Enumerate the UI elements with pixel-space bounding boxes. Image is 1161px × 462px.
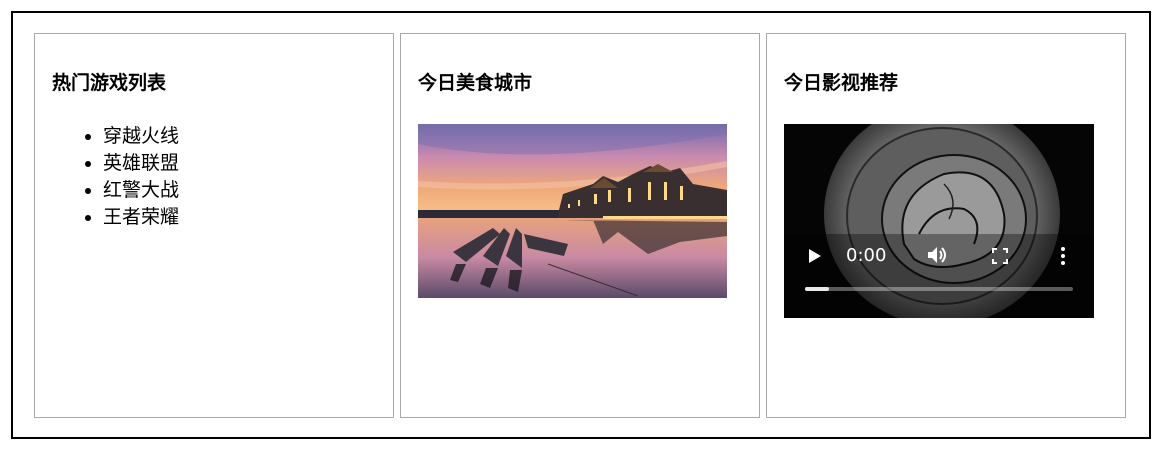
games-title: 热门游戏列表 xyxy=(52,72,167,94)
play-icon[interactable] xyxy=(808,248,822,264)
movie-panel: 今日影视推荐 0:00 xyxy=(766,33,1126,418)
video-time: 0:00 xyxy=(846,245,887,266)
fullscreen-icon[interactable] xyxy=(992,248,1008,264)
list-item: 红警大战 xyxy=(103,177,179,204)
main-container: 热门游戏列表 穿越火线 英雄联盟 红警大战 王者荣耀 今日美食城市 xyxy=(11,11,1151,439)
volume-icon[interactable] xyxy=(927,245,949,265)
city-photo xyxy=(418,124,727,298)
list-item: 穿越火线 xyxy=(103,123,179,150)
food-title: 今日美食城市 xyxy=(418,72,533,94)
video-progress-bar[interactable] xyxy=(805,287,1073,291)
food-panel: 今日美食城市 xyxy=(400,33,760,418)
games-panel: 热门游戏列表 穿越火线 英雄联盟 红警大战 王者荣耀 xyxy=(34,33,394,418)
video-player[interactable]: 0:00 xyxy=(784,124,1094,318)
list-item: 王者荣耀 xyxy=(103,204,179,231)
movie-title: 今日影视推荐 xyxy=(784,72,899,94)
more-options-icon[interactable] xyxy=(1060,246,1066,266)
video-progress-fill xyxy=(805,287,830,291)
list-item: 英雄联盟 xyxy=(103,150,179,177)
games-list: 穿越火线 英雄联盟 红警大战 王者荣耀 xyxy=(52,123,179,231)
